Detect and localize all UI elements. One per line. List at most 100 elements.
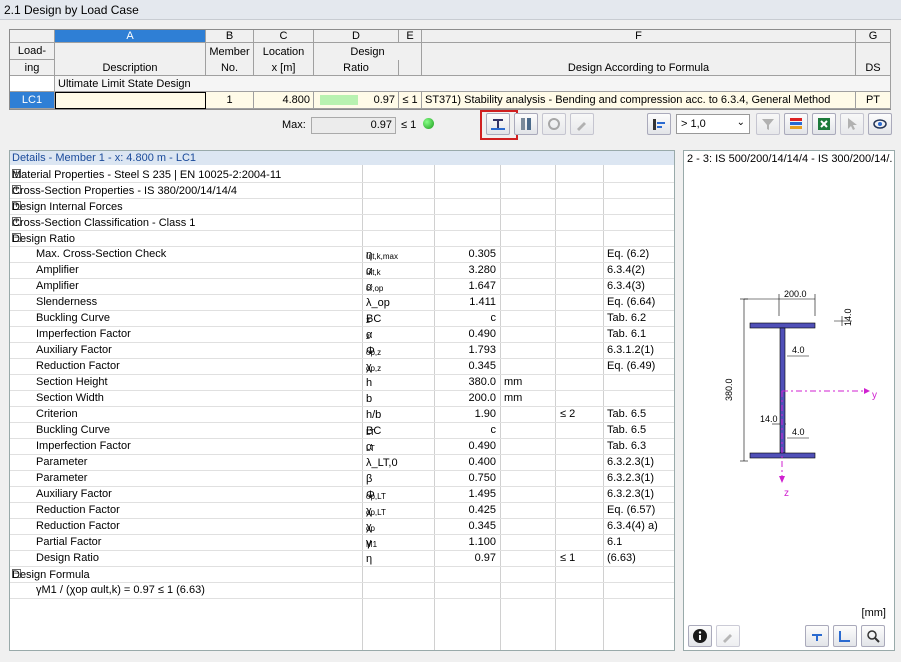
- set-of-members-button[interactable]: [514, 113, 538, 135]
- graphic-view-button[interactable]: [716, 625, 740, 647]
- pick-button[interactable]: [840, 113, 864, 135]
- detail-row[interactable]: Buckling Curve BC z c Tab. 6.2: [10, 311, 674, 327]
- param-reference: (6.63): [607, 552, 636, 564]
- col-header-a[interactable]: A: [55, 30, 206, 43]
- row-loading[interactable]: LC1: [10, 92, 55, 109]
- row-location[interactable]: 4.800: [254, 92, 314, 109]
- row-description-input[interactable]: [55, 92, 206, 109]
- section-label: Cross-Section Classification - Class 1: [12, 217, 196, 229]
- col-header-d[interactable]: D: [314, 30, 399, 43]
- graphic-title: 2 - 3: IS 500/200/14/14/4 - IS 300/200/1…: [687, 153, 893, 165]
- relative-button[interactable]: [542, 113, 566, 135]
- param-value: 0.425: [468, 504, 496, 516]
- col-header-b[interactable]: B: [206, 30, 254, 43]
- detail-row[interactable]: Parameter λ_LT,0 0.400 6.3.2.3(1): [10, 455, 674, 471]
- axes-button[interactable]: [833, 625, 857, 647]
- members-icon: [521, 118, 531, 130]
- param-value: 0.345: [468, 520, 496, 532]
- param-value: 1.647: [468, 280, 496, 292]
- dimensions-button[interactable]: [805, 625, 829, 647]
- col-header-c[interactable]: C: [254, 30, 314, 43]
- zoom-icon: [867, 630, 880, 643]
- section-row[interactable]: + Design Internal Forces: [10, 199, 674, 215]
- excel-icon: [818, 118, 830, 130]
- ratio-bar: [320, 95, 358, 105]
- param-value: 0.400: [468, 456, 496, 468]
- filter-button[interactable]: [756, 113, 780, 135]
- max-label: Max:: [282, 119, 306, 131]
- max-value: 0.97: [311, 117, 396, 134]
- dim-web: 4.0: [792, 345, 805, 355]
- param-name: Imperfection Factor: [36, 328, 131, 340]
- member-section-button[interactable]: [486, 113, 510, 135]
- section-row[interactable]: + Material Properties - Steel S 235 | EN …: [10, 167, 674, 183]
- param-reference: Eq. (6.49): [607, 360, 656, 372]
- dim-weld: 4.0: [792, 427, 805, 437]
- detail-row[interactable]: Criterion h/b 1.90 ≤ 2 Tab. 6.5: [10, 407, 674, 423]
- excel-export-button[interactable]: [812, 113, 836, 135]
- header-loading-1: Load-: [10, 43, 55, 60]
- param-symbol: χ op,z: [366, 360, 381, 373]
- section-label: Design Ratio: [12, 233, 75, 245]
- param-name: Reduction Factor: [36, 360, 120, 372]
- row-member[interactable]: 1: [206, 92, 254, 109]
- col-header-e[interactable]: E: [399, 30, 422, 43]
- symbol-text: α: [366, 329, 373, 341]
- header-ds: DS: [856, 60, 891, 76]
- detail-row[interactable]: Auxiliary Factor Φop,LT 1.495 6.3.2.3(1): [10, 487, 674, 503]
- detail-row[interactable]: Section Height h 380.0 mm: [10, 375, 674, 391]
- detail-row[interactable]: Parameter β 0.750 6.3.2.3(1): [10, 471, 674, 487]
- reset-view-button[interactable]: [861, 625, 885, 647]
- filter-select[interactable]: > 1,0 ⌄: [676, 114, 750, 134]
- section-row[interactable]: + Cross-Section Classification - Class 1: [10, 215, 674, 231]
- formula-row[interactable]: γM1 / (χop αult,k) = 0.97 ≤ 1 (6.63): [10, 583, 674, 599]
- chevron-down-icon: ⌄: [736, 117, 745, 128]
- col-header-f[interactable]: F: [422, 30, 856, 43]
- col-header-g[interactable]: G: [856, 30, 891, 43]
- detail-row[interactable]: Design Ratio η 0.97 ≤ 1 (6.63): [10, 551, 674, 567]
- section-row[interactable]: + Cross-Section Properties - IS 380/200/1…: [10, 183, 674, 199]
- results-table: A B C D E F G Load- ing Description Memb…: [9, 29, 891, 110]
- param-reference: Tab. 6.5: [607, 424, 647, 436]
- info-button[interactable]: [688, 625, 712, 647]
- symbol-text: h: [366, 377, 373, 389]
- param-unit: mm: [504, 392, 523, 404]
- param-value: 0.305: [468, 248, 496, 260]
- param-value: 0.750: [468, 472, 496, 484]
- param-symbol: Φop,LT: [366, 488, 386, 501]
- section-row[interactable]: − Design Ratio: [10, 231, 674, 247]
- section-row[interactable]: − Design Formula: [10, 567, 674, 583]
- param-unit: mm: [504, 376, 523, 388]
- symbol-text: λ_LT,0: [366, 457, 398, 469]
- detail-row[interactable]: Buckling Curve BC LT c Tab. 6.5: [10, 423, 674, 439]
- funnel-icon: [762, 119, 774, 130]
- symbol-text: b: [366, 393, 373, 405]
- param-symbol: α ult,k: [366, 264, 381, 277]
- row-ds[interactable]: PT: [856, 92, 891, 109]
- param-name: Max. Cross-Section Check: [36, 248, 167, 260]
- param-name: Buckling Curve: [36, 312, 110, 324]
- design-formula: γM1 / (χop αult,k) = 0.97 ≤ 1 (6.63): [36, 584, 205, 596]
- row-formula[interactable]: ST371) Stability analysis - Bending and …: [422, 92, 856, 109]
- detail-row[interactable]: Slenderness λ_op 1.411 Eq. (6.64): [10, 295, 674, 311]
- detail-row[interactable]: Reduction Factor χ op,z 0.345 Eq. (6.49): [10, 359, 674, 375]
- param-name: Reduction Factor: [36, 504, 120, 516]
- detail-row[interactable]: Amplifier α cr,op 1.647 6.3.4(3): [10, 279, 674, 295]
- detail-row[interactable]: Section Width b 200.0 mm: [10, 391, 674, 407]
- visibility-button[interactable]: [868, 113, 892, 135]
- detail-row[interactable]: Imperfection Factor α LT 0.490 Tab. 6.3: [10, 439, 674, 455]
- param-value: 1.793: [468, 344, 496, 356]
- detail-row[interactable]: Auxiliary Factor Φop,z 1.793 6.3.1.2(1): [10, 343, 674, 359]
- row-ratio-cell[interactable]: 0.97: [314, 92, 399, 109]
- param-symbol: χ op: [366, 520, 375, 533]
- param-symbol: α LT: [366, 440, 375, 453]
- detail-row[interactable]: Reduction Factor χ op,LT 0.425 Eq. (6.57): [10, 503, 674, 519]
- view-button[interactable]: [570, 113, 594, 135]
- color-scale-button[interactable]: [784, 113, 808, 135]
- detail-row[interactable]: Imperfection Factor α z 0.490 Tab. 6.1: [10, 327, 674, 343]
- detail-row[interactable]: Reduction Factor χ op 0.345 6.3.4(4) a): [10, 519, 674, 535]
- ratio-scale-button[interactable]: [647, 113, 671, 135]
- detail-row[interactable]: Amplifier α ult,k 3.280 6.3.4(2): [10, 263, 674, 279]
- detail-row[interactable]: Max. Cross-Section Check η ult,k,max 0.305 E…: [10, 247, 674, 263]
- detail-row[interactable]: Partial Factor γ M1 1.100 6.1: [10, 535, 674, 551]
